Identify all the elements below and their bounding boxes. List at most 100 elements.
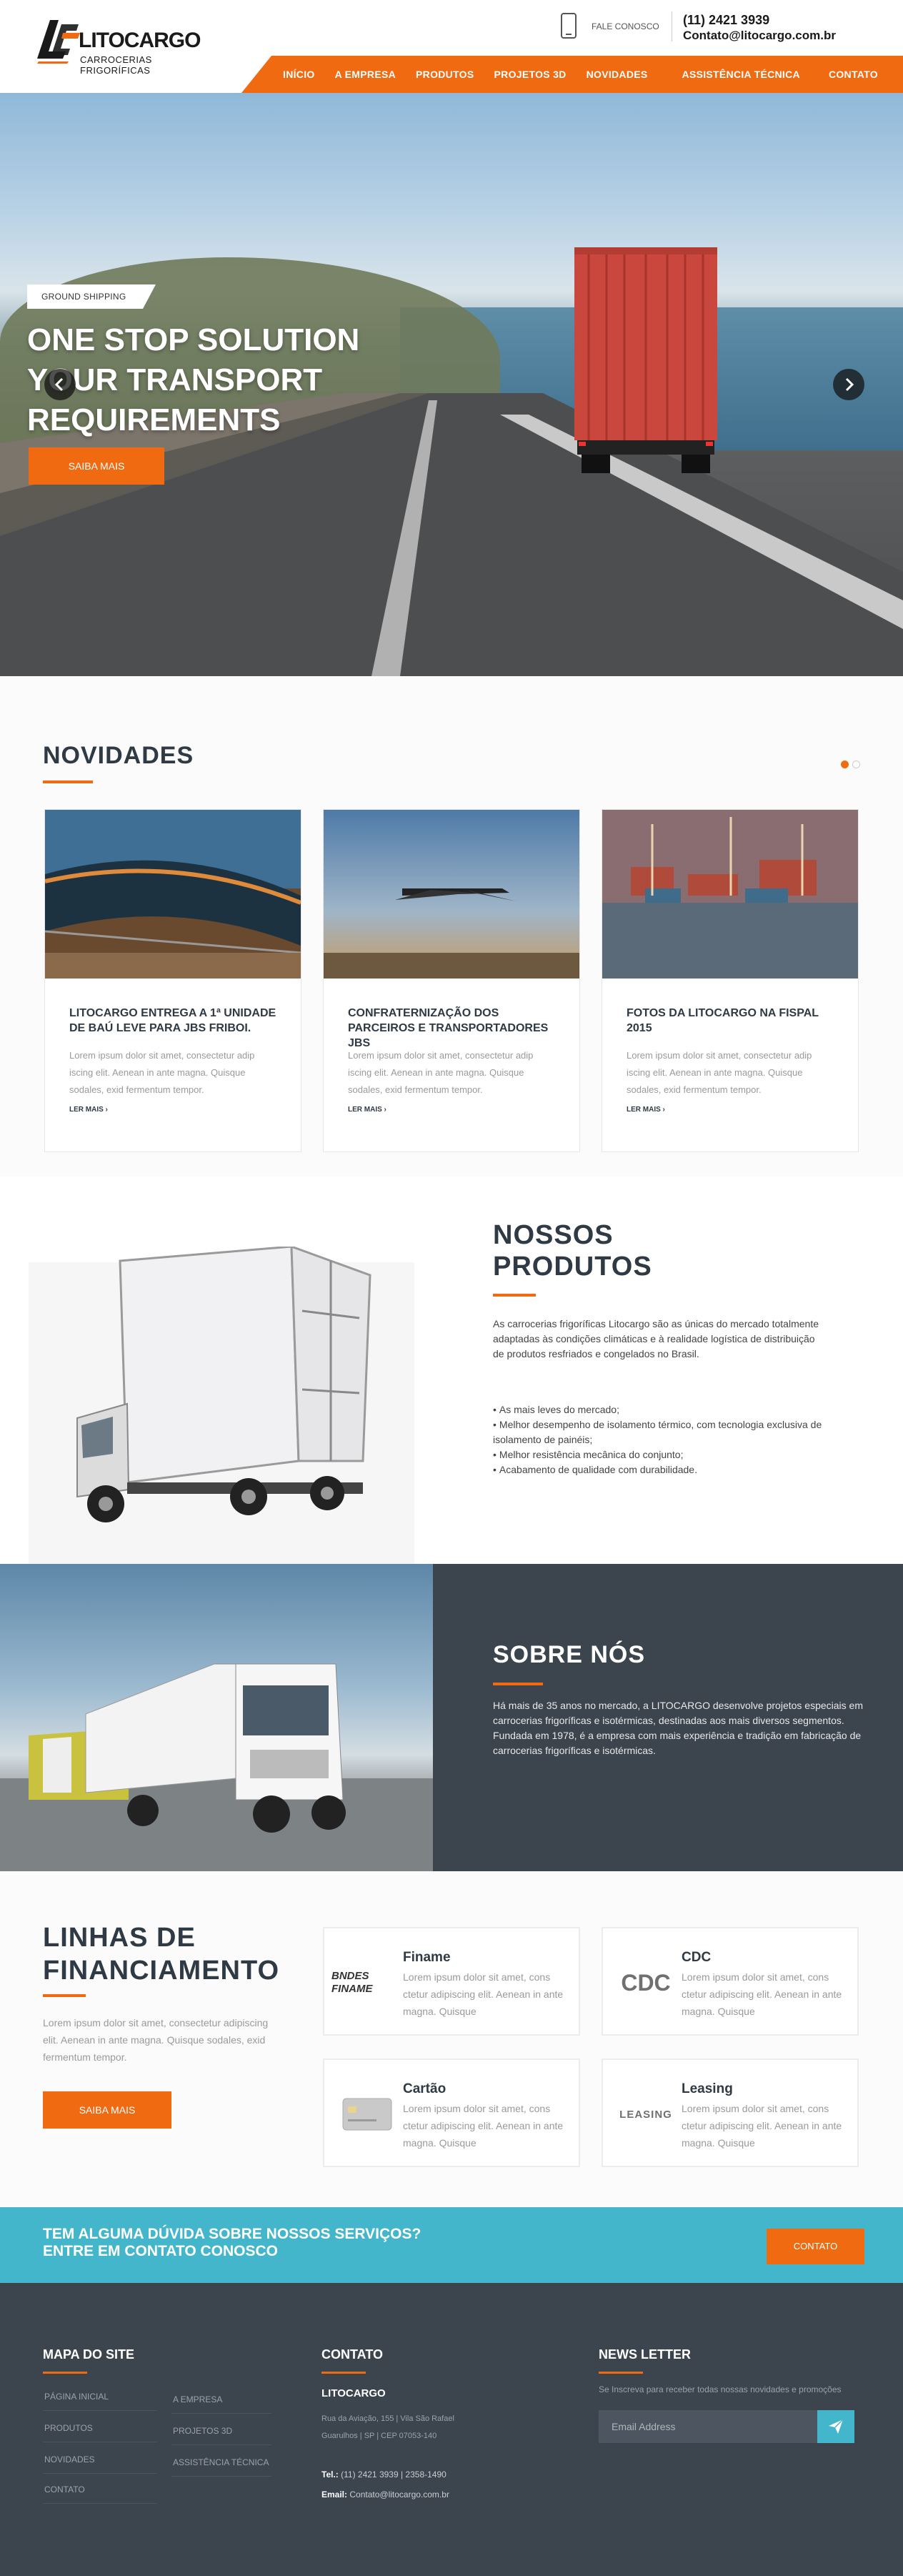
finance-card-finame[interactable]: BNDES FINAME Finame Lorem ipsum dolor si… xyxy=(323,1927,580,2036)
news-card-read-more-link[interactable]: LER MAIS › xyxy=(627,1106,665,1114)
about-section: SOBRE NÓS Há mais de 35 anos no mercado,… xyxy=(0,1564,903,1871)
footer-contact-underline xyxy=(321,2372,366,2374)
hero-saiba-mais-button[interactable]: SAIBA MAIS xyxy=(29,447,164,485)
footer-link-contato[interactable]: CONTATO xyxy=(44,2485,85,2495)
hero-slider: GROUND SHIPPING ONE STOP SOLUTION YOUR T… xyxy=(0,93,903,676)
nav-produtos[interactable]: PRODUTOS xyxy=(416,69,474,80)
news-card-image-train xyxy=(45,810,301,979)
footer-link-assistencia-tecnica[interactable]: ASSISTÊNCIA TÉCNICA xyxy=(173,2457,269,2467)
footer-link-divider xyxy=(43,2473,157,2474)
cta-text-line2: ENTRE EM CONTATO CONOSCO xyxy=(43,2243,279,2259)
finance-card-desc: Lorem ipsum dolor sit amet, cons ctetur … xyxy=(403,1971,564,2017)
footer-sitemap-underline xyxy=(43,2372,87,2374)
products-title-line1: NOSSOS xyxy=(493,1220,614,1250)
hero-title: ONE STOP SOLUTION YOUR TRANSPORT REQUIRE… xyxy=(27,320,470,440)
footer-link-divider xyxy=(171,2476,271,2477)
about-image-trucks xyxy=(0,1564,433,1871)
finance-title-line2: FINANCIAMENTO xyxy=(43,1956,280,1986)
logo[interactable]: LITOCARGO CARROCERIAS FRIGORÍFICAS xyxy=(37,19,209,76)
footer-tel[interactable]: (11) 2421 3939 | 2358-1490 xyxy=(341,2470,446,2480)
hero-title-line3: REQUIREMENTS xyxy=(27,402,281,437)
footer-link-produtos[interactable]: PRODUTOS xyxy=(44,2423,93,2433)
news-card[interactable]: CONFRATERNIZAÇÃO DOS PARCEIROS E TRANSPO… xyxy=(323,809,580,1152)
footer-email-label: Email: xyxy=(321,2490,348,2500)
nav-projetos-3d[interactable]: PROJETOS 3D xyxy=(494,69,567,80)
cdc-logo-text: CDC xyxy=(621,1969,671,1996)
finance-card-name: Cartão xyxy=(403,2081,446,2096)
nav-novidades[interactable]: NOVIDADES xyxy=(587,69,648,80)
nav-a-empresa[interactable]: A EMPRESA xyxy=(335,69,396,80)
news-card-title[interactable]: LITOCARGO ENTREGA A 1ª UNIDADE DE BAÚ LE… xyxy=(69,1006,284,1036)
products-description: As carrocerias frigoríficas Litocargo sã… xyxy=(493,1318,819,1359)
news-card-text: Lorem ipsum dolor sit amet, consectetur … xyxy=(348,1050,534,1095)
finance-saiba-mais-button[interactable]: SAIBA MAIS xyxy=(43,2091,171,2129)
news-card-title[interactable]: FOTOS DA LITOCARGO NA FISPAL 2015 xyxy=(627,1006,841,1036)
logo-name: LITOCARGO xyxy=(79,29,201,52)
newsletter-email-input[interactable] xyxy=(599,2410,817,2443)
cta-text-line1: TEM ALGUMA DÚVIDA SOBRE NOSSOS SERVIÇOS? xyxy=(43,2226,421,2242)
products-feature-item: Melhor desempenho de isolamento térmico,… xyxy=(493,1417,829,1447)
about-text-panel: SOBRE NÓS Há mais de 35 anos no mercado,… xyxy=(433,1564,903,1871)
footer-newsletter-title: NEWS LETTER xyxy=(599,2347,691,2362)
nav-inicio[interactable]: INÍCIO xyxy=(283,69,315,80)
finance-card-cdc[interactable]: CDC CDC Lorem ipsum dolor sit amet, cons… xyxy=(602,1927,859,2036)
hero-truck-image xyxy=(574,247,717,473)
hero-title-line1: ONE STOP SOLUTION xyxy=(27,322,360,357)
products-feature-item: As mais leves do mercado; xyxy=(493,1402,829,1417)
finance-card-name: CDC xyxy=(682,1950,712,1965)
pagination-dot[interactable] xyxy=(852,761,860,768)
finance-title-line1: LINHAS DE xyxy=(43,1923,196,1953)
cta-contato-button[interactable]: CONTATO xyxy=(767,2229,864,2264)
pagination-dot-active[interactable] xyxy=(841,761,849,768)
footer-tel-label: Tel.: xyxy=(321,2470,339,2480)
news-card-text: Lorem ipsum dolor sit amet, consectetur … xyxy=(627,1050,812,1095)
about-text: Há mais de 35 anos no mercado, a LITOCAR… xyxy=(493,1700,863,1756)
contact-cta-banner: TEM ALGUMA DÚVIDA SOBRE NOSSOS SERVIÇOS?… xyxy=(0,2207,903,2283)
footer-contact-title: CONTATO xyxy=(321,2347,383,2362)
footer-link-a-empresa[interactable]: A EMPRESA xyxy=(173,2394,222,2404)
footer-link-pagina-inicial[interactable]: PÁGINA INICIAL xyxy=(44,2392,109,2402)
footer-email[interactable]: Contato@litocargo.com.br xyxy=(349,2490,449,2500)
finance-section: LINHAS DE FINANCIAMENTO Lorem ipsum dolo… xyxy=(0,1871,903,2207)
nav-assistencia-tecnica[interactable]: ASSISTÊNCIA TÉCNICA xyxy=(682,69,800,80)
footer-link-novidades[interactable]: NOVIDADES xyxy=(44,2454,95,2464)
finance-card-name: Leasing xyxy=(682,2081,733,2096)
newsletter-submit-button[interactable] xyxy=(817,2410,854,2443)
news-card-read-more-link[interactable]: LER MAIS › xyxy=(69,1106,108,1114)
products-title-line2: PRODUTOS xyxy=(493,1252,652,1282)
about-title: SOBRE NÓS xyxy=(493,1641,646,1668)
cta-text: TEM ALGUMA DÚVIDA SOBRE NOSSOS SERVIÇOS?… xyxy=(43,2226,421,2260)
header-contact: FALE CONOSCO (11) 2421 3939 Contato@lito… xyxy=(560,10,882,44)
nav-contato[interactable]: CONTATO xyxy=(829,69,878,80)
about-title-underline xyxy=(493,1683,543,1685)
leasing-logo: LEASING xyxy=(610,2093,682,2136)
slider-next-button[interactable] xyxy=(833,369,864,400)
news-card-read-more-link[interactable]: LER MAIS › xyxy=(348,1106,386,1114)
news-section: NOVIDADES LITOCARGO ENTREGA A 1ª UNIDADE… xyxy=(0,676,903,1176)
footer-link-projetos-3d[interactable]: PROJETOS 3D xyxy=(173,2426,232,2436)
header-email[interactable]: Contato@litocargo.com.br xyxy=(683,29,836,43)
news-card-title[interactable]: CONFRATERNIZAÇÃO DOS PARCEIROS E TRANSPO… xyxy=(348,1006,562,1051)
hero-title-line2: YOUR TRANSPORT xyxy=(27,362,323,397)
products-title-underline xyxy=(493,1294,536,1297)
cdc-logo: CDC xyxy=(610,1961,682,2004)
slider-prev-button[interactable] xyxy=(44,369,76,400)
news-card-image-airplane xyxy=(324,810,579,979)
finance-text: Lorem ipsum dolor sit amet, consectetur … xyxy=(43,2017,269,2063)
footer-company-name: LITOCARGO xyxy=(321,2387,386,2399)
footer-link-divider xyxy=(43,2503,157,2504)
footer-address-line2: Guarulhos | SP | CEP 07053-140 xyxy=(321,2432,437,2440)
leasing-logo-text: LEASING xyxy=(619,2108,672,2121)
refrigerated-truck-image xyxy=(76,1247,371,1522)
finance-card-desc: Lorem ipsum dolor sit amet, cons ctetur … xyxy=(403,2103,564,2149)
logo-subtitle: CARROCERIAS FRIGORÍFICAS xyxy=(80,54,152,76)
hero-tag: GROUND SHIPPING xyxy=(27,284,156,309)
news-card[interactable]: LITOCARGO ENTREGA A 1ª UNIDADE DE BAÚ LE… xyxy=(44,809,301,1152)
news-card[interactable]: FOTOS DA LITOCARGO NA FISPAL 2015 Lorem … xyxy=(602,809,859,1152)
finance-card-desc: Lorem ipsum dolor sit amet, cons ctetur … xyxy=(682,2103,842,2149)
site-header: LITOCARGO CARROCERIAS FRIGORÍFICAS FALE … xyxy=(0,0,903,93)
finance-card-cartao[interactable]: Cartão Lorem ipsum dolor sit amet, cons … xyxy=(323,2059,580,2167)
header-phone[interactable]: (11) 2421 3939 xyxy=(683,13,769,28)
footer-link-divider xyxy=(43,2410,157,2411)
finance-card-leasing[interactable]: LEASING Leasing Lorem ipsum dolor sit am… xyxy=(602,2059,859,2167)
